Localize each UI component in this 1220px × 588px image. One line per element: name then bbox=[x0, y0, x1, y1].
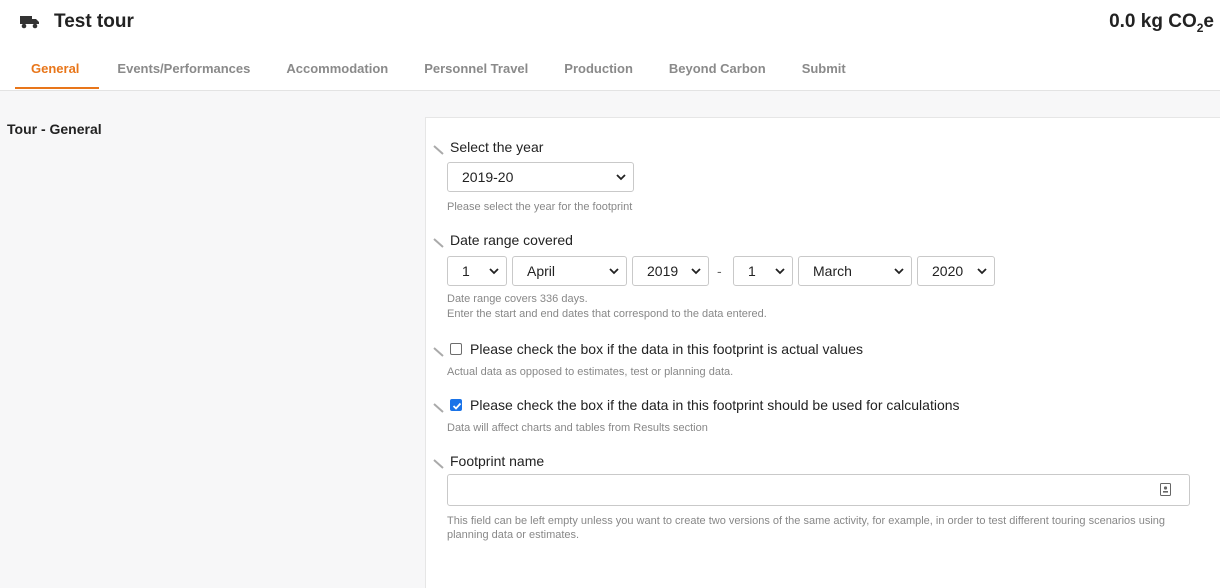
truck-icon bbox=[20, 15, 40, 29]
page-header: Test tour 0.0 kg CO2e General Events/Per… bbox=[0, 0, 1220, 91]
tab-submit[interactable]: Submit bbox=[784, 60, 864, 89]
tab-accommodation[interactable]: Accommodation bbox=[268, 60, 406, 89]
tab-events-performances[interactable]: Events/Performances bbox=[99, 60, 268, 89]
emissions-total: 0.0 kg CO2e bbox=[1109, 11, 1214, 35]
start-year-select[interactable]: 2019 bbox=[632, 256, 709, 286]
tab-personnel-travel[interactable]: Personnel Travel bbox=[406, 60, 546, 89]
chevron-down-icon bbox=[609, 268, 619, 275]
calculations-help: Data will affect charts and tables from … bbox=[447, 422, 708, 434]
section-title: Tour - General bbox=[7, 121, 102, 137]
chevron-down-icon bbox=[489, 268, 499, 275]
start-month-select[interactable]: April bbox=[512, 256, 627, 286]
chevron-down-icon bbox=[691, 268, 701, 275]
tab-bar: General Events/Performances Accommodatio… bbox=[15, 60, 864, 89]
end-month-select[interactable]: March bbox=[798, 256, 912, 286]
actual-values-checkbox[interactable] bbox=[450, 343, 462, 355]
actual-values-row: Please check the box if the data in this… bbox=[433, 341, 863, 357]
chevron-down-icon bbox=[977, 268, 987, 275]
tab-general[interactable]: General bbox=[15, 60, 100, 89]
footprint-name-label: Footprint name bbox=[433, 453, 544, 469]
date-separator: - bbox=[717, 263, 722, 279]
year-select[interactable]: 2019-20 bbox=[447, 162, 634, 192]
contact-card-icon bbox=[1160, 483, 1171, 496]
chevron-down-icon bbox=[894, 268, 904, 275]
end-day-select[interactable]: 1 bbox=[733, 256, 793, 286]
tab-beyond-carbon[interactable]: Beyond Carbon bbox=[651, 60, 784, 89]
pencil-icon[interactable] bbox=[433, 400, 446, 413]
start-day-select[interactable]: 1 bbox=[447, 256, 507, 286]
end-year-select[interactable]: 2020 bbox=[917, 256, 995, 286]
pencil-icon[interactable] bbox=[433, 344, 446, 357]
actual-values-help: Actual data as opposed to estimates, tes… bbox=[447, 366, 734, 378]
footprint-name-input[interactable] bbox=[447, 474, 1190, 506]
page-title: Test tour bbox=[54, 11, 134, 32]
date-range-summary: Date range covers 336 days. bbox=[447, 293, 588, 305]
chevron-down-icon bbox=[775, 268, 785, 275]
date-range-help: Enter the start and end dates that corre… bbox=[447, 308, 767, 320]
checkmark-icon bbox=[452, 402, 462, 410]
chevron-down-icon bbox=[616, 174, 626, 181]
calculations-checkbox[interactable] bbox=[450, 399, 462, 411]
pencil-icon[interactable] bbox=[433, 456, 446, 469]
tab-production[interactable]: Production bbox=[546, 60, 651, 89]
footprint-name-help: This field can be left empty unless you … bbox=[447, 515, 1166, 541]
calculations-row: Please check the box if the data in this… bbox=[433, 397, 960, 413]
date-range-label: Date range covered bbox=[433, 232, 573, 248]
title-area: Test tour bbox=[20, 11, 134, 33]
year-help: Please select the year for the footprint bbox=[447, 201, 633, 213]
year-label: Select the year bbox=[433, 139, 543, 155]
pencil-icon[interactable] bbox=[433, 235, 446, 248]
pencil-icon[interactable] bbox=[433, 142, 446, 155]
